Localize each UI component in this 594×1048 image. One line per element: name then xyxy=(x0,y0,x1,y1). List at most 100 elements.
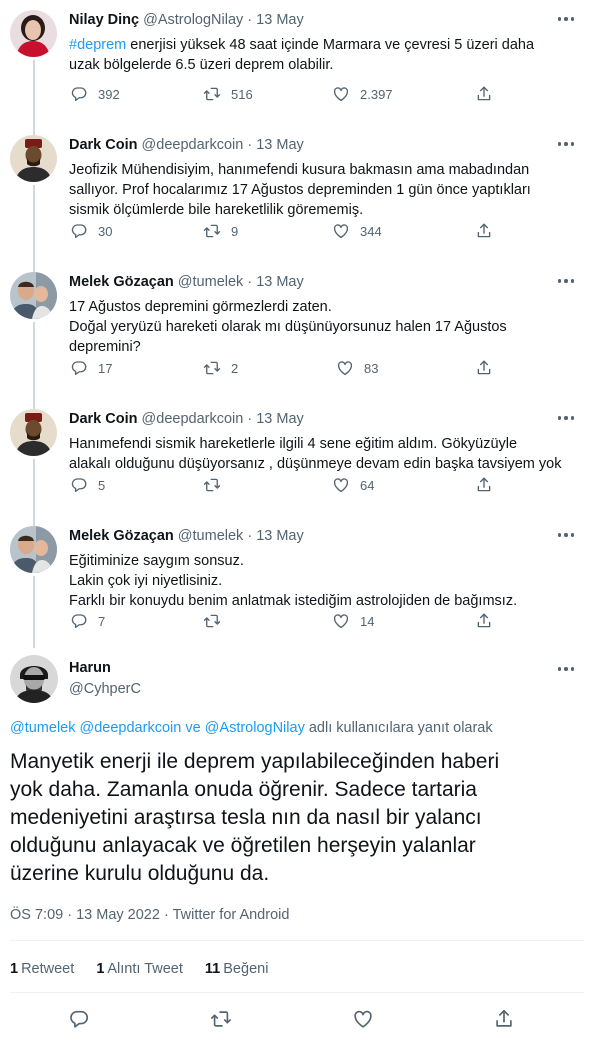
tweet-time[interactable]: 13 May xyxy=(256,528,304,544)
retweet-button[interactable]: 516 xyxy=(203,85,253,103)
tweet-actions: 17 2 83 xyxy=(70,359,500,379)
author-handle[interactable]: @tumelek xyxy=(178,528,244,544)
author-name[interactable]: Nilay Dinç xyxy=(69,12,139,28)
like-count: 83 xyxy=(364,360,379,376)
engagement-stats: 1 Retweet 1 Alıntı Tweet 11 Beğeni xyxy=(10,961,286,977)
share-icon xyxy=(475,612,493,630)
reply-icon xyxy=(70,85,88,103)
like-button[interactable]: 14 xyxy=(332,612,374,630)
more-icon[interactable] xyxy=(556,662,576,676)
more-icon[interactable] xyxy=(556,12,576,26)
tweet-meta: ÖS 7:09 · 13 May 2022 · Twitter for Andr… xyxy=(10,907,290,923)
like-button[interactable]: 2.397 xyxy=(332,85,393,103)
share-icon xyxy=(475,359,493,377)
mention-links[interactable]: @tumelek @deepdarkcoin ve @AstrologNilay xyxy=(10,720,305,736)
reply-button[interactable]: 17 xyxy=(70,359,112,377)
tweet-text: Eğitiminize saygım sonsuz. Lakin çok iyi… xyxy=(69,553,518,609)
like-icon xyxy=(332,612,350,630)
tweet-time[interactable]: 13 May xyxy=(256,411,304,427)
author-name[interactable]: Harun xyxy=(69,660,111,676)
thread-tweet[interactable]: Dark Coin @deepdarkcoin · 13 May Hanımef… xyxy=(0,399,594,516)
more-icon[interactable] xyxy=(556,274,576,288)
share-button[interactable] xyxy=(493,1008,517,1032)
retweet-button[interactable] xyxy=(210,1008,234,1032)
more-icon[interactable] xyxy=(556,411,576,425)
like-count: 14 xyxy=(360,613,375,629)
tweet-text: Hanımefendi sismik hareketlerle ilgili 4… xyxy=(69,436,562,472)
tweet-time[interactable]: 13 May xyxy=(256,12,304,28)
thread-tweet[interactable]: Melek Gözaçan @tumelek · 13 May Eğitimin… xyxy=(0,516,594,648)
reply-button[interactable]: 392 xyxy=(70,85,120,103)
avatar[interactable] xyxy=(10,655,58,703)
retweet-button[interactable] xyxy=(203,612,231,630)
like-count: 2.397 xyxy=(360,86,393,102)
retweet-button[interactable]: 9 xyxy=(203,222,238,240)
like-icon xyxy=(332,476,350,494)
tweet-actions: 5 64 xyxy=(70,476,500,496)
retweet-button[interactable]: 2 xyxy=(203,359,238,377)
retweet-icon xyxy=(210,1008,232,1030)
reply-button[interactable]: 30 xyxy=(70,222,112,240)
like-count: 64 xyxy=(360,477,375,493)
reply-icon xyxy=(70,359,88,377)
avatar[interactable] xyxy=(10,135,57,182)
author-handle[interactable]: @tumelek xyxy=(178,274,244,290)
like-button[interactable]: 83 xyxy=(336,359,378,377)
avatar[interactable] xyxy=(10,272,57,319)
author-name[interactable]: Dark Coin xyxy=(69,137,138,153)
tweet-time[interactable]: 13 May xyxy=(256,137,304,153)
reply-count: 30 xyxy=(98,223,113,239)
likes-stat[interactable]: 11 Beğeni xyxy=(205,961,269,977)
author-handle[interactable]: @CyhperC xyxy=(69,681,141,697)
reply-button[interactable]: 7 xyxy=(70,612,105,630)
author-handle[interactable]: @deepdarkcoin xyxy=(142,137,244,153)
share-button[interactable] xyxy=(475,222,493,240)
reply-button[interactable]: 5 xyxy=(70,476,105,494)
thread-connector xyxy=(33,262,35,272)
avatar[interactable] xyxy=(10,409,57,456)
quotes-stat[interactable]: 1 Alıntı Tweet xyxy=(96,961,183,977)
more-icon[interactable] xyxy=(556,137,576,151)
divider xyxy=(10,992,584,993)
author-handle[interactable]: @AstrologNilay xyxy=(143,12,243,28)
reply-count: 17 xyxy=(98,360,113,376)
share-button[interactable] xyxy=(475,85,493,103)
like-icon xyxy=(332,85,350,103)
retweet-icon xyxy=(203,359,221,377)
reply-button[interactable] xyxy=(68,1008,92,1032)
thread-connector xyxy=(33,576,35,648)
like-button[interactable] xyxy=(352,1008,376,1032)
share-button[interactable] xyxy=(475,612,493,630)
more-icon[interactable] xyxy=(556,528,576,542)
like-count: 344 xyxy=(360,223,382,239)
thread-tweet[interactable]: Melek Gözaçan @tumelek · 13 May 17 Ağust… xyxy=(0,262,594,399)
author-name[interactable]: Dark Coin xyxy=(69,411,138,427)
author-name[interactable]: Melek Gözaçan xyxy=(69,274,174,290)
share-button[interactable] xyxy=(475,359,493,377)
author-handle[interactable]: @deepdarkcoin xyxy=(142,411,244,427)
thread-tweet[interactable]: Nilay Dinç @AstrologNilay · 13 May #depr… xyxy=(0,0,594,125)
tweet-time[interactable]: 13 May xyxy=(256,274,304,290)
like-button[interactable]: 344 xyxy=(332,222,382,240)
main-tweet-actions xyxy=(0,1008,594,1032)
avatar[interactable] xyxy=(10,10,57,57)
thread-connector xyxy=(33,185,35,262)
author-name[interactable]: Melek Gözaçan xyxy=(69,528,174,544)
tweet-actions: 7 14 xyxy=(70,612,500,632)
tweet-source[interactable]: Twitter for Android xyxy=(173,907,290,923)
reply-icon xyxy=(70,222,88,240)
tweet-actions: 392 516 2.397 xyxy=(70,85,500,105)
avatar[interactable] xyxy=(10,526,57,573)
tweet-time[interactable]: ÖS 7:09 xyxy=(10,907,63,923)
share-button[interactable] xyxy=(475,476,493,494)
hashtag-link[interactable]: #deprem xyxy=(69,37,126,53)
like-button[interactable]: 64 xyxy=(332,476,374,494)
tweet-date[interactable]: 13 May 2022 xyxy=(76,907,160,923)
thread-connector xyxy=(33,322,35,399)
retweets-stat[interactable]: 1 Retweet xyxy=(10,961,74,977)
like-icon xyxy=(352,1008,374,1030)
thread-connector xyxy=(33,516,35,526)
thread-tweet[interactable]: Dark Coin @deepdarkcoin · 13 May Jeofizi… xyxy=(0,125,594,262)
retweet-button[interactable] xyxy=(203,476,231,494)
share-icon xyxy=(475,222,493,240)
